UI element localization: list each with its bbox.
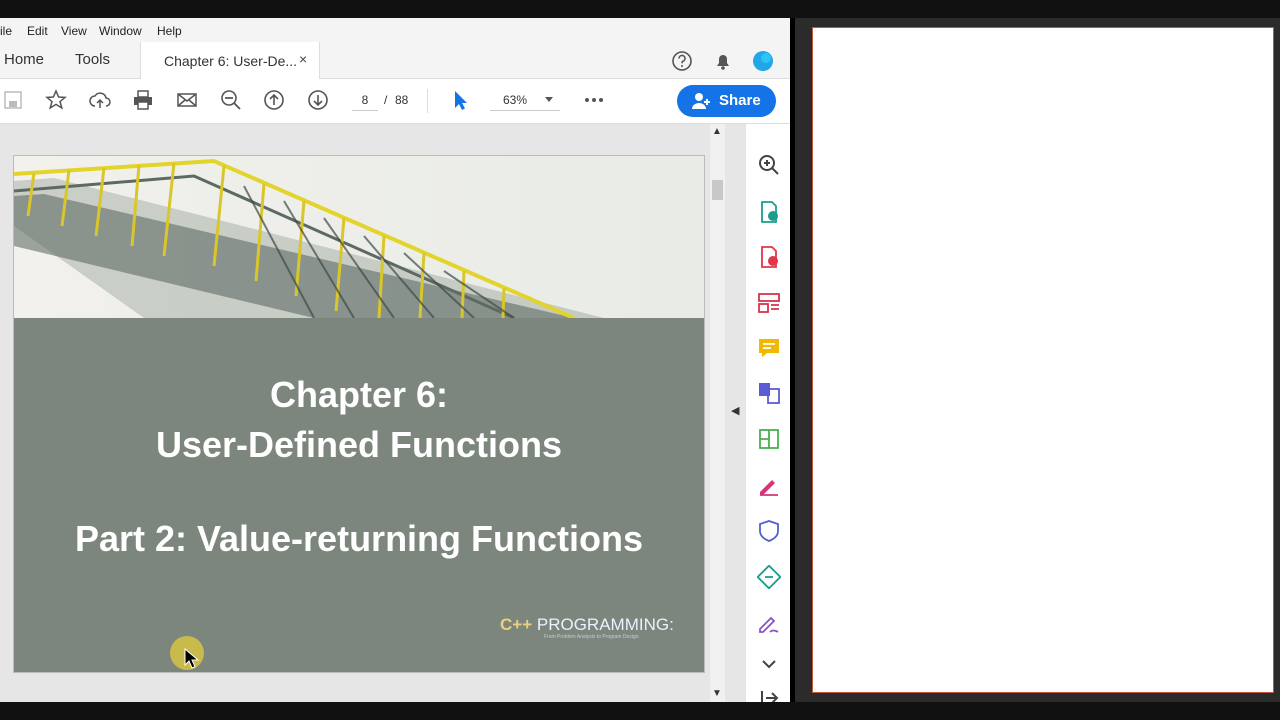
share-label: Share	[719, 92, 761, 109]
title-bar	[0, 0, 1280, 18]
send-for-review-icon[interactable]	[757, 565, 781, 589]
toolbar: 8 / 88 63% Share	[0, 79, 790, 124]
select-cursor-icon[interactable]	[450, 89, 472, 111]
protect-shield-icon[interactable]	[757, 519, 781, 543]
export-pdf-icon[interactable]	[757, 200, 781, 224]
zoom-out-icon[interactable]	[220, 89, 242, 111]
logo-cpp: C++	[500, 615, 533, 634]
create-pdf-icon[interactable]	[757, 245, 781, 269]
share-button[interactable]: Share	[677, 85, 776, 117]
menu-bar: ile Edit View Window Help	[0, 18, 790, 42]
fill-sign-icon[interactable]	[757, 473, 781, 497]
scroll-down-arrow-icon[interactable]: ▼	[712, 688, 722, 699]
previous-page-icon[interactable]	[263, 89, 285, 111]
bell-icon[interactable]	[712, 50, 734, 72]
scrollbar-thumb[interactable]	[712, 180, 723, 200]
zoom-dropdown[interactable]: 63%	[490, 90, 560, 111]
document-viewer[interactable]: Chapter 6: User-Defined Functions Part 2…	[0, 124, 745, 702]
pdf-page: Chapter 6: User-Defined Functions Part 2…	[13, 155, 705, 673]
upload-cloud-icon[interactable]	[89, 89, 111, 111]
tab-home[interactable]: Home	[4, 51, 44, 68]
add-person-icon	[692, 93, 710, 109]
slide-subtitle: Part 2: Value-returning Functions	[74, 518, 644, 559]
scroll-up-arrow-icon[interactable]: ▲	[712, 126, 722, 137]
cpp-programming-logo: C++ PROGRAMMING: From Problem Analysis t…	[500, 615, 674, 640]
print-icon[interactable]	[132, 89, 154, 111]
avatar[interactable]	[752, 50, 774, 72]
zoom-value: 63%	[503, 93, 528, 107]
page-number-input[interactable]: 8	[352, 90, 378, 111]
second-window	[795, 18, 1280, 702]
chevron-down-icon[interactable]	[757, 652, 781, 676]
comment-icon[interactable]	[757, 336, 781, 360]
tab-bar: Home Tools Chapter 6: User-De... ×	[0, 42, 790, 79]
vertical-scrollbar[interactable]: ▲ ▼	[710, 124, 725, 702]
collapse-panel-arrow-icon[interactable]: ◀	[731, 404, 739, 417]
mouse-pointer-icon	[184, 648, 200, 669]
menu-edit[interactable]: Edit	[27, 24, 48, 38]
star-icon[interactable]	[45, 89, 67, 111]
close-tab-button[interactable]: ×	[299, 51, 307, 67]
toolbar-divider	[427, 89, 428, 113]
tab-tools[interactable]: Tools	[75, 51, 110, 68]
page-separator: /	[384, 93, 388, 107]
search-zoom-icon[interactable]	[757, 153, 781, 177]
slide-title-line1: Chapter 6:	[269, 374, 449, 415]
menu-view[interactable]: View	[61, 24, 87, 38]
logo-text: PROGRAMMING:	[536, 615, 674, 634]
tab-document[interactable]: Chapter 6: User-De... ×	[140, 42, 320, 79]
chevron-down-icon	[545, 97, 553, 102]
slide-title: Chapter 6: User-Defined Functions	[14, 370, 704, 470]
tools-pane	[745, 124, 790, 702]
help-icon[interactable]	[671, 50, 693, 72]
save-icon[interactable]	[2, 89, 24, 111]
combine-files-icon[interactable]	[757, 381, 781, 405]
email-icon[interactable]	[176, 89, 198, 111]
collapse-pane-icon[interactable]	[757, 686, 781, 702]
request-signature-icon[interactable]	[757, 611, 781, 635]
next-page-icon[interactable]	[307, 89, 329, 111]
slide-title-line2: User-Defined Functions	[155, 424, 563, 465]
compress-pdf-icon[interactable]	[757, 427, 781, 451]
staircase-photo	[14, 156, 704, 318]
organize-pages-icon[interactable]	[757, 291, 781, 315]
menu-file[interactable]: ile	[0, 24, 12, 38]
menu-help[interactable]: Help	[157, 24, 182, 38]
acrobat-window: ile Edit View Window Help Home Tools Cha…	[0, 18, 790, 702]
blank-page[interactable]	[812, 27, 1274, 693]
more-options-icon[interactable]	[583, 89, 605, 111]
bottom-bar	[0, 702, 1280, 720]
document-tab-label: Chapter 6: User-De...	[164, 53, 298, 69]
logo-tagline: From Problem Analysis to Program Design	[544, 634, 639, 640]
page-total: 88	[395, 93, 409, 107]
menu-window[interactable]: Window	[99, 24, 142, 38]
